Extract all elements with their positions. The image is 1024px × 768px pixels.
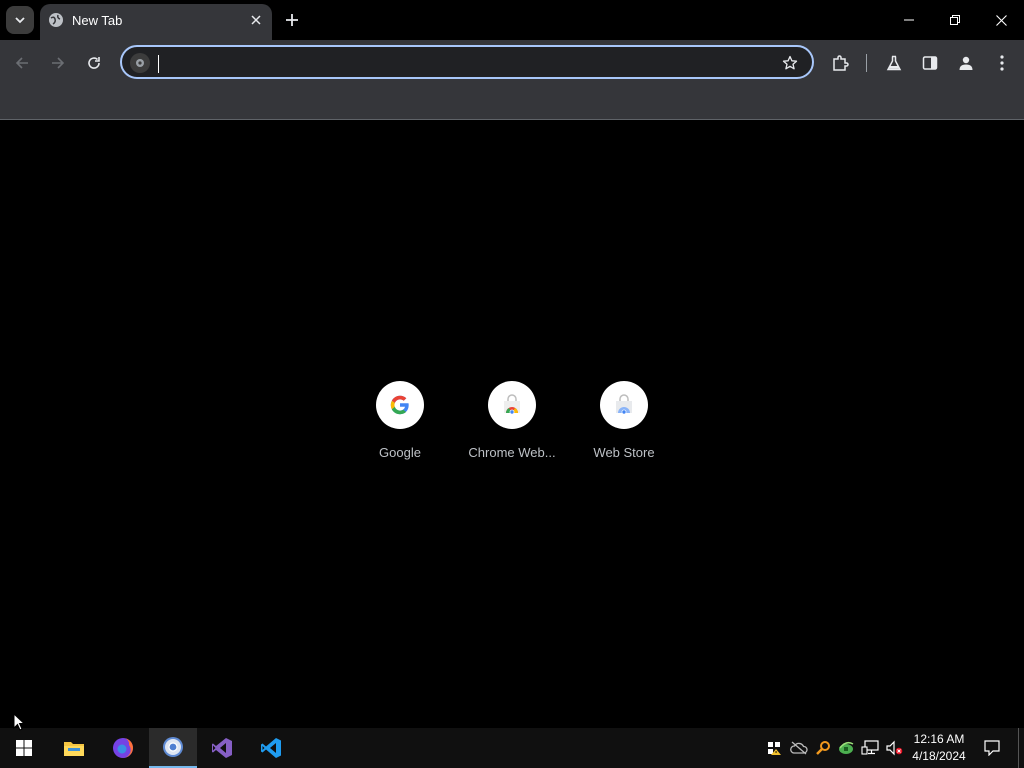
chrome-labs-icon bbox=[136, 59, 144, 67]
action-center-button[interactable] bbox=[978, 728, 1006, 768]
notification-icon bbox=[984, 740, 1000, 756]
shortcut-label: Chrome Web... bbox=[468, 445, 556, 460]
windows-logo-icon bbox=[16, 740, 32, 756]
chevron-down-icon bbox=[15, 17, 25, 24]
profile-button[interactable] bbox=[953, 50, 979, 76]
address-input[interactable] bbox=[156, 51, 766, 75]
bookmark-star-button[interactable] bbox=[780, 53, 800, 73]
tray-volume-icon[interactable] bbox=[884, 738, 904, 758]
browser-toolbar bbox=[0, 40, 1024, 86]
clock-date: 4/18/2024 bbox=[912, 749, 966, 763]
puzzle-icon bbox=[833, 55, 849, 71]
star-icon bbox=[782, 55, 798, 70]
forward-button[interactable] bbox=[45, 50, 71, 76]
tab-strip: New Tab bbox=[0, 0, 1024, 40]
vscode-icon bbox=[261, 738, 281, 758]
google-icon bbox=[376, 381, 424, 429]
globe-icon bbox=[49, 13, 63, 27]
tray-search-tool-icon[interactable] bbox=[813, 738, 833, 758]
taskbar-vscode[interactable] bbox=[247, 728, 295, 768]
reload-button[interactable] bbox=[81, 50, 107, 76]
show-desktop-button[interactable] bbox=[1018, 728, 1024, 768]
taskbar-visual-studio[interactable] bbox=[198, 728, 246, 768]
tray-network-icon[interactable] bbox=[860, 738, 880, 758]
shortcut-web-store[interactable]: Web Store bbox=[568, 381, 680, 471]
mouse-cursor-icon bbox=[13, 713, 25, 731]
web-store-icon bbox=[600, 381, 648, 429]
bookmarks-bar bbox=[0, 86, 1024, 120]
close-icon bbox=[995, 14, 1007, 26]
browser-window: New Tab Google Chrome Web... Web Store bbox=[0, 0, 1024, 728]
tab-title: New Tab bbox=[72, 13, 123, 28]
person-icon bbox=[959, 56, 973, 70]
toolbar-separator bbox=[866, 54, 867, 72]
network-icon bbox=[861, 740, 879, 755]
more-vertical-icon bbox=[1000, 55, 1004, 71]
chrome-menu-button[interactable] bbox=[989, 50, 1015, 76]
minimize-button[interactable] bbox=[886, 0, 932, 40]
reload-icon bbox=[88, 57, 100, 69]
cloud-off-icon bbox=[790, 741, 808, 755]
file-explorer-icon bbox=[64, 742, 84, 756]
flask-icon bbox=[886, 55, 902, 71]
shield-warning-icon bbox=[768, 742, 781, 755]
taskbar-clock[interactable]: 12:16 AM 4/18/2024 bbox=[908, 731, 970, 765]
shortcut-label: Google bbox=[379, 445, 421, 460]
arrow-left-icon bbox=[15, 57, 28, 69]
tray-cloud-offline-icon[interactable] bbox=[789, 738, 809, 758]
restore-button[interactable] bbox=[932, 0, 978, 40]
taskbar-file-explorer[interactable] bbox=[50, 728, 98, 768]
visual-studio-icon bbox=[212, 738, 232, 758]
tray-security-icon[interactable] bbox=[764, 738, 784, 758]
side-panel-button[interactable] bbox=[917, 50, 943, 76]
shortcut-chrome-web-store[interactable]: Chrome Web... bbox=[456, 381, 568, 471]
close-icon bbox=[251, 15, 261, 25]
taskbar: 12:16 AM 4/18/2024 bbox=[0, 728, 1024, 768]
volume-muted-icon bbox=[886, 740, 903, 756]
close-window-button[interactable] bbox=[978, 0, 1024, 40]
start-button[interactable] bbox=[0, 728, 48, 768]
arrow-right-icon bbox=[52, 57, 65, 69]
minimize-icon bbox=[904, 19, 914, 21]
tray-network-app-icon[interactable] bbox=[836, 738, 856, 758]
clock-time: 12:16 AM bbox=[913, 732, 965, 746]
address-bar[interactable] bbox=[120, 45, 814, 79]
chrome-icon bbox=[163, 737, 183, 757]
shortcut-google[interactable]: Google bbox=[344, 381, 456, 471]
tab-close-button[interactable] bbox=[248, 12, 264, 28]
back-button[interactable] bbox=[9, 50, 35, 76]
side-panel-icon bbox=[922, 56, 938, 70]
new-tab-page: Google Chrome Web... Web Store bbox=[0, 121, 1024, 728]
green-app-icon bbox=[839, 741, 854, 754]
taskbar-chrome[interactable] bbox=[149, 728, 197, 768]
shortcut-label: Web Store bbox=[593, 445, 655, 460]
tab-new-tab[interactable]: New Tab bbox=[40, 4, 272, 40]
magnifier-icon bbox=[816, 741, 830, 755]
extensions-button[interactable] bbox=[827, 50, 853, 76]
plus-icon bbox=[286, 14, 298, 26]
chrome-web-store-icon bbox=[488, 381, 536, 429]
firefox-icon bbox=[113, 737, 133, 758]
tab-search-button[interactable] bbox=[6, 6, 34, 34]
chrome-labs-button[interactable] bbox=[881, 50, 907, 76]
new-tab-button[interactable] bbox=[280, 6, 304, 34]
site-info-icon[interactable] bbox=[130, 53, 150, 73]
restore-icon bbox=[950, 15, 960, 25]
text-caret bbox=[158, 55, 159, 73]
taskbar-firefox[interactable] bbox=[99, 728, 147, 768]
